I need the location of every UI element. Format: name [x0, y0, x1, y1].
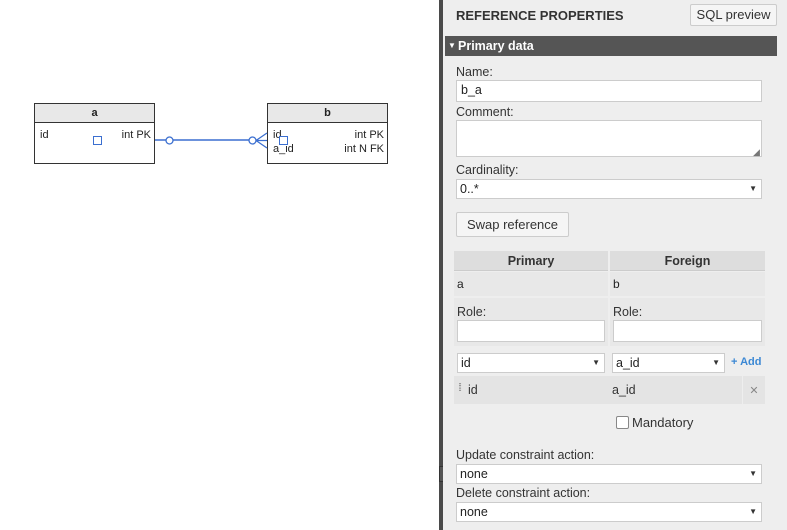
- comment-label: Comment:: [456, 105, 514, 119]
- primary-column-value: id: [461, 356, 471, 370]
- remove-pair-button[interactable]: ✕: [743, 376, 765, 404]
- reference-properties-panel: REFERENCE PROPERTIES SQL preview ▼ Prima…: [443, 0, 787, 530]
- swap-reference-button[interactable]: Swap reference: [456, 212, 569, 237]
- chevron-down-icon: ▼: [749, 469, 757, 478]
- connector-crowfoot: [255, 132, 268, 149]
- primary-column-select[interactable]: id ▼: [457, 353, 605, 373]
- add-column-link[interactable]: + Add: [731, 356, 761, 368]
- foreign-header: Foreign: [610, 251, 765, 271]
- table-a-title: a: [35, 104, 154, 123]
- collapse-triangle-icon: ▼: [448, 41, 456, 50]
- close-icon: ✕: [749, 385, 759, 397]
- resize-grip-icon[interactable]: ◢: [753, 147, 760, 158]
- table-a[interactable]: a id int PK: [34, 103, 155, 164]
- foreign-role-field[interactable]: [613, 320, 762, 342]
- foreign-table-name: b: [613, 277, 620, 291]
- chevron-down-icon: ▼: [592, 358, 600, 367]
- section-primary-data[interactable]: ▼ Primary data: [445, 36, 777, 56]
- connector-optional-end: [248, 136, 257, 145]
- name-field[interactable]: b_a: [456, 80, 762, 102]
- column-name: id: [40, 129, 49, 141]
- update-constraint-label: Update constraint action:: [456, 448, 595, 462]
- selection-handle-start[interactable]: [93, 136, 102, 145]
- mandatory-checkbox[interactable]: [616, 416, 629, 429]
- reference-connector[interactable]: [0, 0, 439, 530]
- column-type: int N FK: [344, 143, 384, 155]
- connector-optional-start: [165, 136, 174, 145]
- table-b-title: b: [268, 104, 387, 123]
- chevron-down-icon: ▼: [749, 507, 757, 516]
- drag-handle-icon[interactable]: ⁞⁞: [458, 382, 462, 394]
- section-label: Primary data: [458, 39, 534, 53]
- foreign-column-value: a_id: [616, 356, 640, 370]
- panel-title: REFERENCE PROPERTIES: [456, 8, 624, 23]
- diagram-canvas[interactable]: a id int PK b id int PK a_id int N FK: [0, 0, 439, 530]
- delete-constraint-label: Delete constraint action:: [456, 486, 591, 500]
- update-constraint-select[interactable]: none ▼: [456, 464, 762, 484]
- mandatory-label[interactable]: Mandatory: [632, 415, 693, 430]
- sql-preview-button[interactable]: SQL preview: [690, 4, 777, 26]
- primary-table-name: a: [457, 277, 464, 291]
- chevron-down-icon: ▼: [712, 358, 720, 367]
- chevron-down-icon: ▼: [749, 184, 757, 193]
- delete-constraint-value: none: [460, 505, 488, 519]
- table-b[interactable]: b id int PK a_id int N FK: [267, 103, 388, 164]
- pair-foreign-column: a_id: [612, 383, 636, 397]
- pair-primary-column: id: [468, 383, 478, 397]
- comment-textarea[interactable]: [456, 120, 762, 157]
- primary-header: Primary: [454, 251, 608, 271]
- foreign-column-select[interactable]: a_id ▼: [612, 353, 725, 373]
- cardinality-select[interactable]: 0..* ▼: [456, 179, 762, 199]
- delete-constraint-select[interactable]: none ▼: [456, 502, 762, 522]
- cardinality-label: Cardinality:: [456, 163, 519, 177]
- column-type: int PK: [121, 129, 151, 141]
- primary-role-label: Role:: [457, 305, 487, 319]
- foreign-table-cell: b: [610, 272, 765, 296]
- primary-role-field[interactable]: [457, 320, 605, 342]
- update-constraint-value: none: [460, 467, 488, 481]
- foreign-role-label: Role:: [613, 305, 643, 319]
- selection-handle-end[interactable]: [279, 136, 288, 145]
- name-label: Name:: [456, 65, 493, 79]
- column-pair-row[interactable]: [454, 376, 742, 404]
- cardinality-value: 0..*: [460, 182, 479, 196]
- column-type: int PK: [354, 129, 384, 141]
- primary-table-cell: a: [454, 272, 608, 296]
